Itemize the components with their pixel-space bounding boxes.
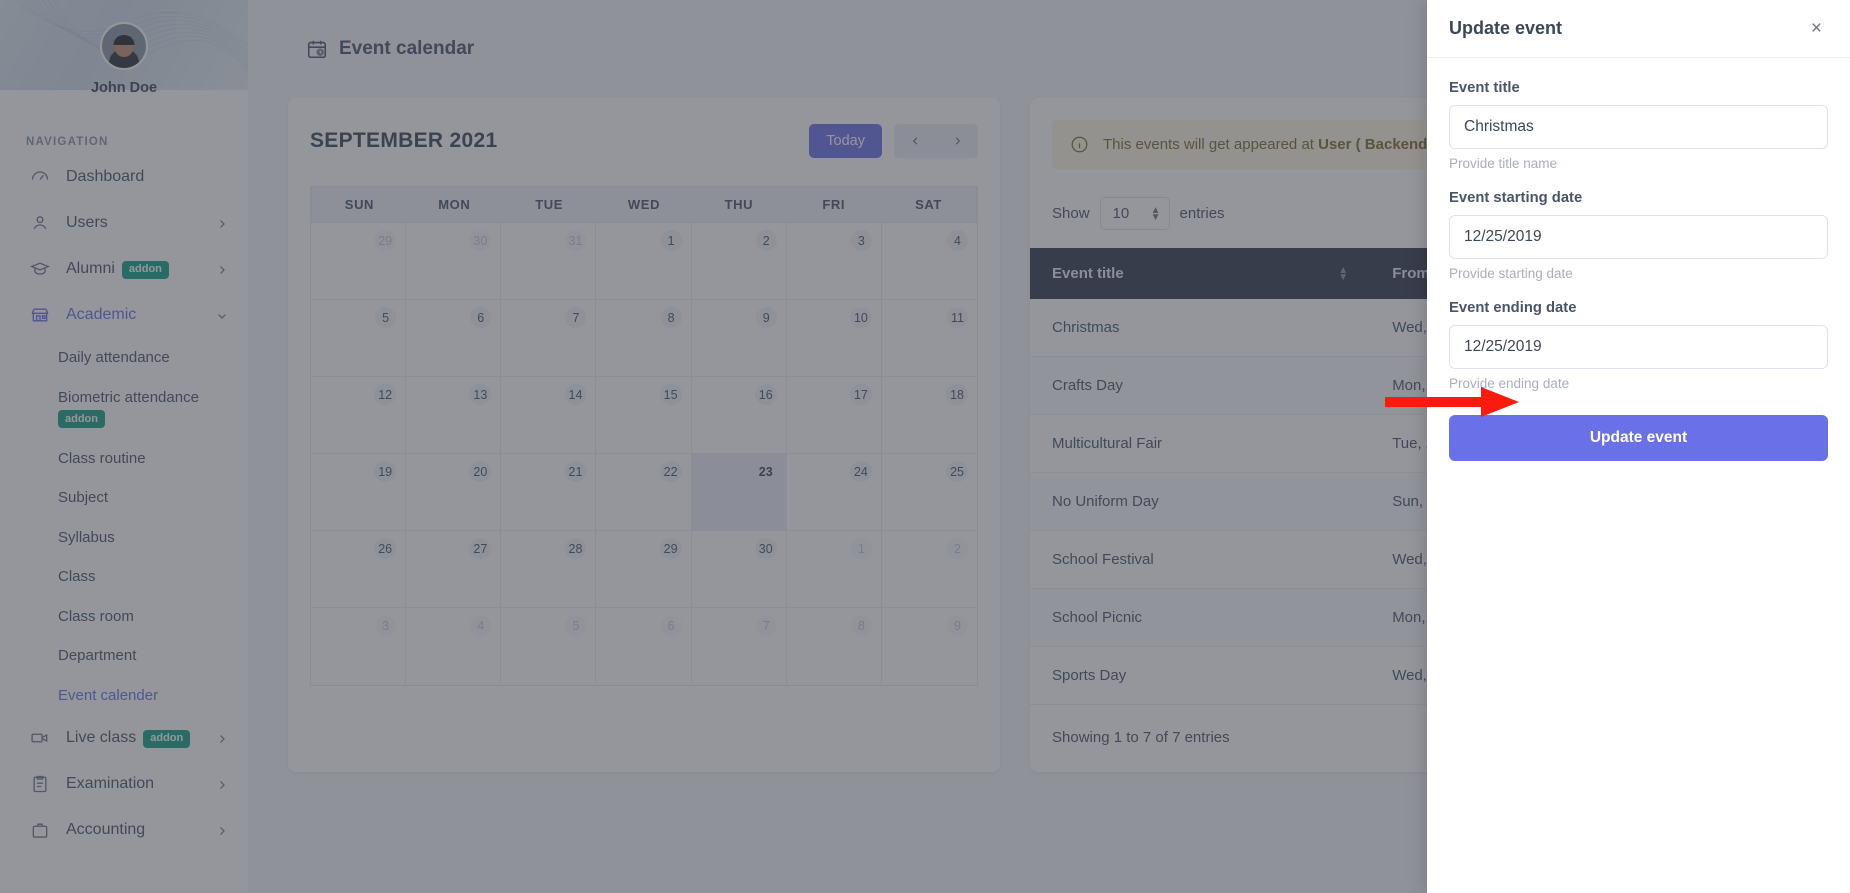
field-event-title: Event title Provide title name: [1449, 80, 1828, 171]
event-ending-date-input[interactable]: [1449, 325, 1828, 369]
field-event-starting-date: Event starting date Provide starting dat…: [1449, 190, 1828, 281]
drawer-header: Update event ×: [1427, 0, 1850, 58]
field-label: Event ending date: [1449, 300, 1828, 316]
field-event-ending-date: Event ending date Provide ending date: [1449, 300, 1828, 391]
close-icon[interactable]: ×: [1805, 16, 1828, 41]
field-help: Provide ending date: [1449, 376, 1828, 391]
field-help: Provide title name: [1449, 156, 1828, 171]
update-event-drawer: Update event × Event title Provide title…: [1427, 0, 1850, 893]
field-label: Event starting date: [1449, 190, 1828, 206]
drawer-title: Update event: [1449, 18, 1805, 39]
event-starting-date-input[interactable]: [1449, 215, 1828, 259]
update-event-button[interactable]: Update event: [1449, 415, 1828, 461]
field-help: Provide starting date: [1449, 266, 1828, 281]
drawer-body: Event title Provide title name Event sta…: [1427, 58, 1850, 461]
field-label: Event title: [1449, 80, 1828, 96]
event-title-input[interactable]: [1449, 105, 1828, 149]
